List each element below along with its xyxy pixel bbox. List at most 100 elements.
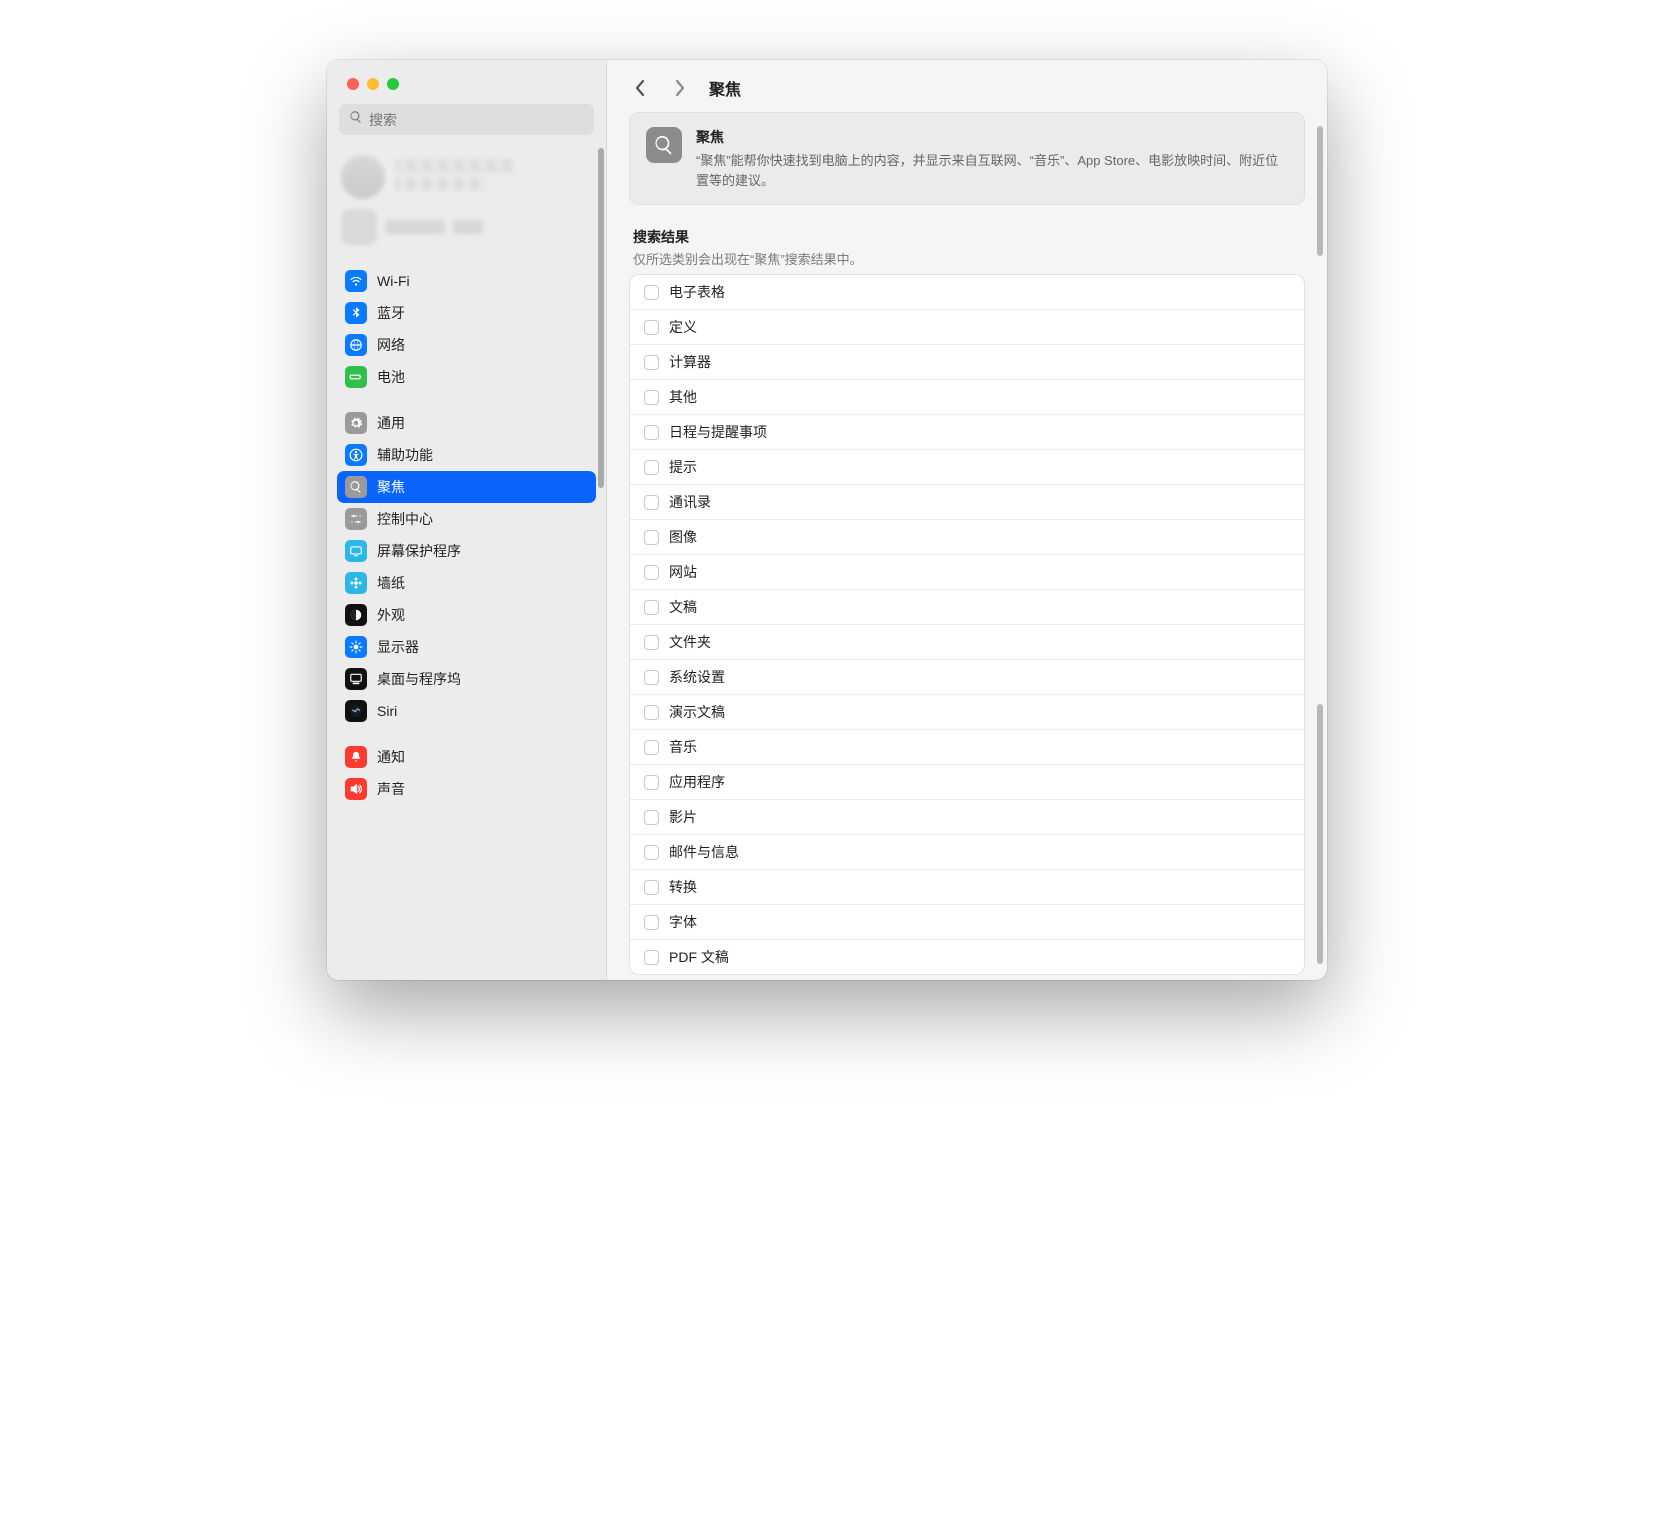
result-checkbox[interactable] xyxy=(644,740,659,755)
result-checkbox[interactable] xyxy=(644,915,659,930)
result-row[interactable]: 网站 xyxy=(630,555,1304,590)
result-row[interactable]: 日程与提醒事项 xyxy=(630,415,1304,450)
account-secondary-row[interactable] xyxy=(337,205,596,259)
result-row[interactable]: 文件夹 xyxy=(630,625,1304,660)
sidebar-item-bluetooth[interactable]: 蓝牙 xyxy=(337,297,596,329)
result-checkbox[interactable] xyxy=(644,950,659,965)
sidebar-item-battery[interactable]: 电池 xyxy=(337,361,596,393)
result-row[interactable]: 影片 xyxy=(630,800,1304,835)
sliders-icon xyxy=(345,508,367,530)
minimize-button[interactable] xyxy=(367,78,379,90)
result-row[interactable]: 定义 xyxy=(630,310,1304,345)
sidebar-item-general[interactable]: 通用 xyxy=(337,407,596,439)
result-checkbox[interactable] xyxy=(644,705,659,720)
appearance-icon xyxy=(345,604,367,626)
sidebar-item-spotlight[interactable]: 聚焦 xyxy=(337,471,596,503)
result-checkbox[interactable] xyxy=(644,495,659,510)
result-label: 通讯录 xyxy=(669,492,711,512)
result-checkbox[interactable] xyxy=(644,320,659,335)
sidebar-item-wallpaper[interactable]: 墙纸 xyxy=(337,567,596,599)
bell-icon xyxy=(345,746,367,768)
content-scroll-thumb-bottom[interactable] xyxy=(1317,704,1323,964)
result-checkbox[interactable] xyxy=(644,635,659,650)
gear-icon xyxy=(345,412,367,434)
search-field[interactable] xyxy=(339,104,594,135)
sidebar-scrollbar[interactable] xyxy=(596,148,606,980)
result-row[interactable]: 计算器 xyxy=(630,345,1304,380)
result-label: 系统设置 xyxy=(669,667,725,687)
sidebar-item-siri[interactable]: Siri xyxy=(337,695,596,727)
result-label: 计算器 xyxy=(669,352,711,372)
result-row[interactable]: 系统设置 xyxy=(630,660,1304,695)
result-checkbox[interactable] xyxy=(644,460,659,475)
sidebar-item-label: 桌面与程序坞 xyxy=(377,669,461,689)
result-label: 演示文稿 xyxy=(669,702,725,722)
account-text-blurred xyxy=(385,220,445,234)
account-row[interactable] xyxy=(337,149,596,205)
search-input[interactable] xyxy=(369,112,584,128)
result-row[interactable]: 音乐 xyxy=(630,730,1304,765)
result-row[interactable]: 通讯录 xyxy=(630,485,1304,520)
result-label: 邮件与信息 xyxy=(669,842,739,862)
content-scroll-thumb-top[interactable] xyxy=(1317,126,1323,256)
result-label: 电子表格 xyxy=(669,282,725,302)
result-label: 影片 xyxy=(669,807,697,827)
account-name-blurred xyxy=(395,159,515,173)
sidebar: Wi-Fi 蓝牙网络电池通用辅助功能聚焦控制中心屏幕保护程序墙纸外观显示器桌面与程… xyxy=(327,60,607,980)
sidebar-item-notifications[interactable]: 通知 xyxy=(337,741,596,773)
result-checkbox[interactable] xyxy=(644,565,659,580)
sidebar-item-label: Siri xyxy=(377,703,397,719)
result-row[interactable]: 字体 xyxy=(630,905,1304,940)
result-label: 文稿 xyxy=(669,597,697,617)
result-label: 字体 xyxy=(669,912,697,932)
result-checkbox[interactable] xyxy=(644,810,659,825)
result-row[interactable]: 电子表格 xyxy=(630,275,1304,310)
sidebar-item-control-center[interactable]: 控制中心 xyxy=(337,503,596,535)
sidebar-item-network[interactable]: 网络 xyxy=(337,329,596,361)
result-checkbox[interactable] xyxy=(644,285,659,300)
sidebar-item-label: 屏幕保护程序 xyxy=(377,541,461,561)
result-checkbox[interactable] xyxy=(644,355,659,370)
result-row[interactable]: PDF 文稿 xyxy=(630,940,1304,974)
close-button[interactable] xyxy=(347,78,359,90)
sidebar-item-label: 蓝牙 xyxy=(377,303,405,323)
result-row[interactable]: 文稿 xyxy=(630,590,1304,625)
sidebar-item-accessibility[interactable]: 辅助功能 xyxy=(337,439,596,471)
result-checkbox[interactable] xyxy=(644,600,659,615)
result-checkbox[interactable] xyxy=(644,390,659,405)
main-panel: 聚焦 聚焦 “聚焦”能帮你快速找到电脑上的内容，并显示来自互联网、“音乐”、Ap… xyxy=(607,60,1327,980)
forward-button[interactable] xyxy=(669,77,691,99)
result-checkbox[interactable] xyxy=(644,670,659,685)
result-row[interactable]: 应用程序 xyxy=(630,765,1304,800)
avatar xyxy=(341,155,385,199)
result-checkbox[interactable] xyxy=(644,880,659,895)
speaker-icon xyxy=(345,778,367,800)
result-checkbox[interactable] xyxy=(644,530,659,545)
sidebar-item-label: 通用 xyxy=(377,413,405,433)
result-row[interactable]: 邮件与信息 xyxy=(630,835,1304,870)
sidebar-scroll-thumb[interactable] xyxy=(598,148,604,488)
sidebar-nav: Wi-Fi 蓝牙网络电池通用辅助功能聚焦控制中心屏幕保护程序墙纸外观显示器桌面与程… xyxy=(337,265,596,805)
zoom-button[interactable] xyxy=(387,78,399,90)
hero-title: 聚焦 xyxy=(696,127,1288,147)
globe-icon xyxy=(345,334,367,356)
sidebar-item-appearance[interactable]: 外观 xyxy=(337,599,596,631)
sidebar-item-sound[interactable]: 声音 xyxy=(337,773,596,805)
result-row[interactable]: 其他 xyxy=(630,380,1304,415)
sidebar-item-displays[interactable]: 显示器 xyxy=(337,631,596,663)
back-button[interactable] xyxy=(629,77,651,99)
sidebar-item-dock[interactable]: 桌面与程序坞 xyxy=(337,663,596,695)
result-row[interactable]: 转换 xyxy=(630,870,1304,905)
spotlight-icon xyxy=(646,127,682,163)
sidebar-item-label: 显示器 xyxy=(377,637,419,657)
result-checkbox[interactable] xyxy=(644,845,659,860)
sidebar-item-wifi[interactable]: Wi-Fi xyxy=(337,265,596,297)
result-row[interactable]: 演示文稿 xyxy=(630,695,1304,730)
result-row[interactable]: 提示 xyxy=(630,450,1304,485)
result-row[interactable]: 图像 xyxy=(630,520,1304,555)
result-checkbox[interactable] xyxy=(644,775,659,790)
sidebar-item-screensaver[interactable]: 屏幕保护程序 xyxy=(337,535,596,567)
search-icon xyxy=(345,476,367,498)
result-label: 图像 xyxy=(669,527,697,547)
result-checkbox[interactable] xyxy=(644,425,659,440)
